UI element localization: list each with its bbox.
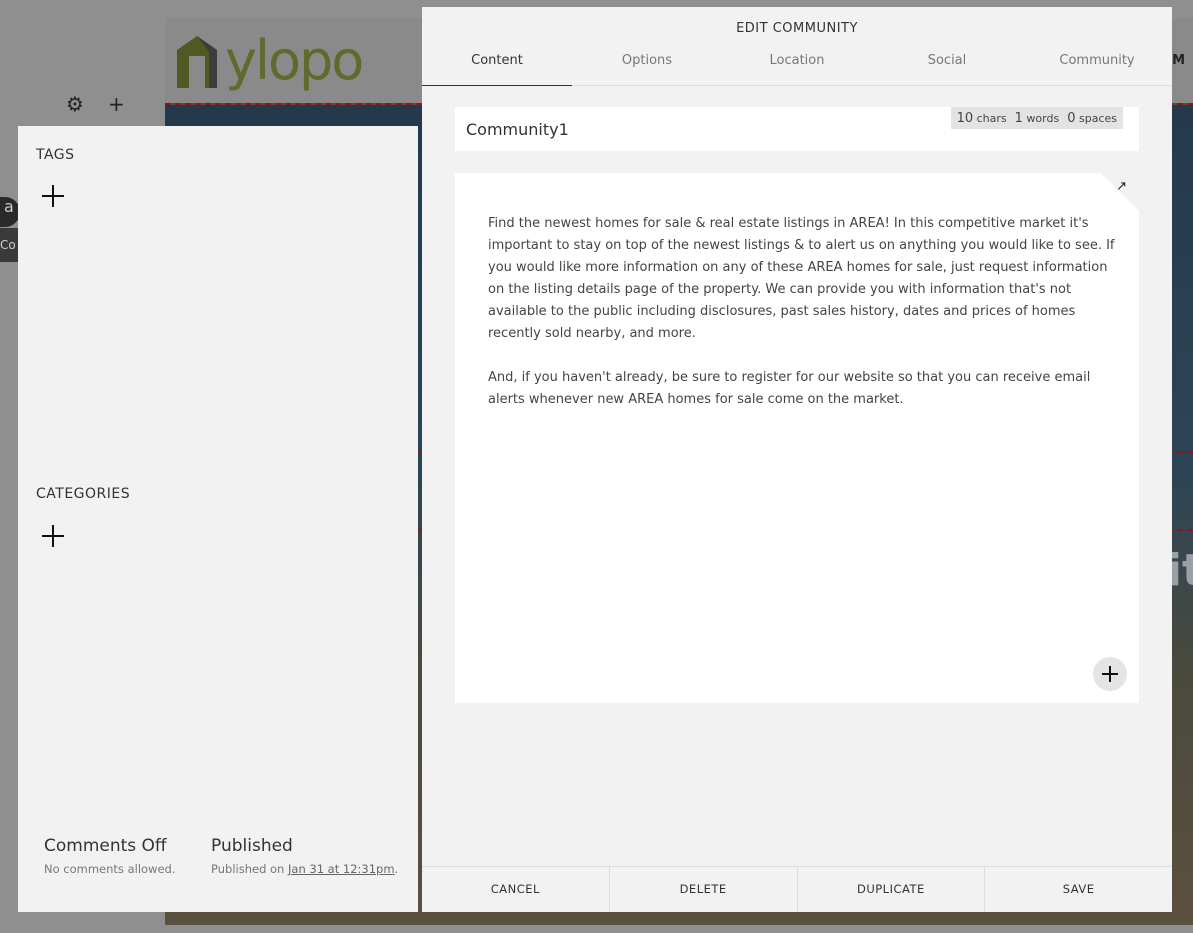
add-block-button[interactable] xyxy=(1093,657,1127,691)
categories-title: CATEGORIES xyxy=(36,486,131,502)
avatar-letter: a xyxy=(4,197,14,216)
site-logo: ylopo xyxy=(175,29,364,92)
tab-social[interactable]: Social xyxy=(872,45,1022,85)
logo-house-icon xyxy=(177,36,217,88)
publish-status[interactable]: Published Published on Jan 31 at 12:31pm… xyxy=(211,836,398,876)
content-editor[interactable]: ↗ Find the newest homes for sale & real … xyxy=(455,173,1139,703)
tags-title: TAGS xyxy=(36,147,75,163)
expand-icon[interactable]: ↗ xyxy=(1116,179,1127,194)
cancel-button[interactable]: CANCEL xyxy=(422,867,610,912)
gear-icon[interactable]: ⚙ xyxy=(66,94,84,114)
background-toolbar: ⚙ + xyxy=(66,94,125,114)
tab-bar: Content Options Location Social Communit… xyxy=(422,45,1172,86)
publish-title: Published xyxy=(211,836,293,856)
duplicate-button[interactable]: DUPLICATE xyxy=(798,867,986,912)
character-counter: 10 chars 1 words 0 spaces xyxy=(950,107,1123,129)
dialog-footer: CANCEL DELETE DUPLICATE SAVE xyxy=(422,866,1172,912)
comments-title: Comments Off xyxy=(44,836,167,856)
publish-date-link[interactable]: Jan 31 at 12:31pm xyxy=(288,862,395,876)
save-button[interactable]: SAVE xyxy=(985,867,1172,912)
publish-suffix: . xyxy=(394,862,399,876)
avatar-label: Co xyxy=(0,228,20,262)
publish-subtitle: Published on Jan 31 at 12:31pm. xyxy=(211,862,398,876)
left-settings-panel: TAGS CATEGORIES Comments Off No comments… xyxy=(18,126,418,912)
tab-community[interactable]: Community xyxy=(1022,45,1172,85)
words-count: 1 words xyxy=(1014,110,1060,126)
logo-text: ylopo xyxy=(225,29,364,92)
nav-fragment: M xyxy=(1172,53,1185,68)
title-field: 10 chars 1 words 0 spaces xyxy=(455,107,1139,151)
edit-community-dialog: EDIT COMMUNITY Content Options Location … xyxy=(422,7,1172,912)
editor-paragraph[interactable]: And, if you haven't already, be sure to … xyxy=(488,367,1118,411)
delete-button[interactable]: DELETE xyxy=(610,867,798,912)
tab-content[interactable]: Content xyxy=(422,45,572,86)
editor-body[interactable]: Find the newest homes for sale & real es… xyxy=(488,213,1118,433)
tab-options[interactable]: Options xyxy=(572,45,722,85)
spaces-count: 0 spaces xyxy=(1067,110,1117,126)
comments-subtitle: No comments allowed. xyxy=(44,862,176,876)
publish-prefix: Published on xyxy=(211,862,289,876)
tab-location[interactable]: Location xyxy=(722,45,872,85)
editor-paragraph[interactable]: Find the newest homes for sale & real es… xyxy=(488,213,1118,345)
add-icon[interactable]: + xyxy=(108,94,125,114)
add-category-button[interactable] xyxy=(40,523,66,549)
add-tag-button[interactable] xyxy=(40,183,66,209)
dialog-title: EDIT COMMUNITY xyxy=(736,21,858,36)
chars-count: 10 chars xyxy=(956,110,1007,126)
avatar: a xyxy=(0,197,20,227)
comments-status[interactable]: Comments Off No comments allowed. xyxy=(44,836,176,876)
